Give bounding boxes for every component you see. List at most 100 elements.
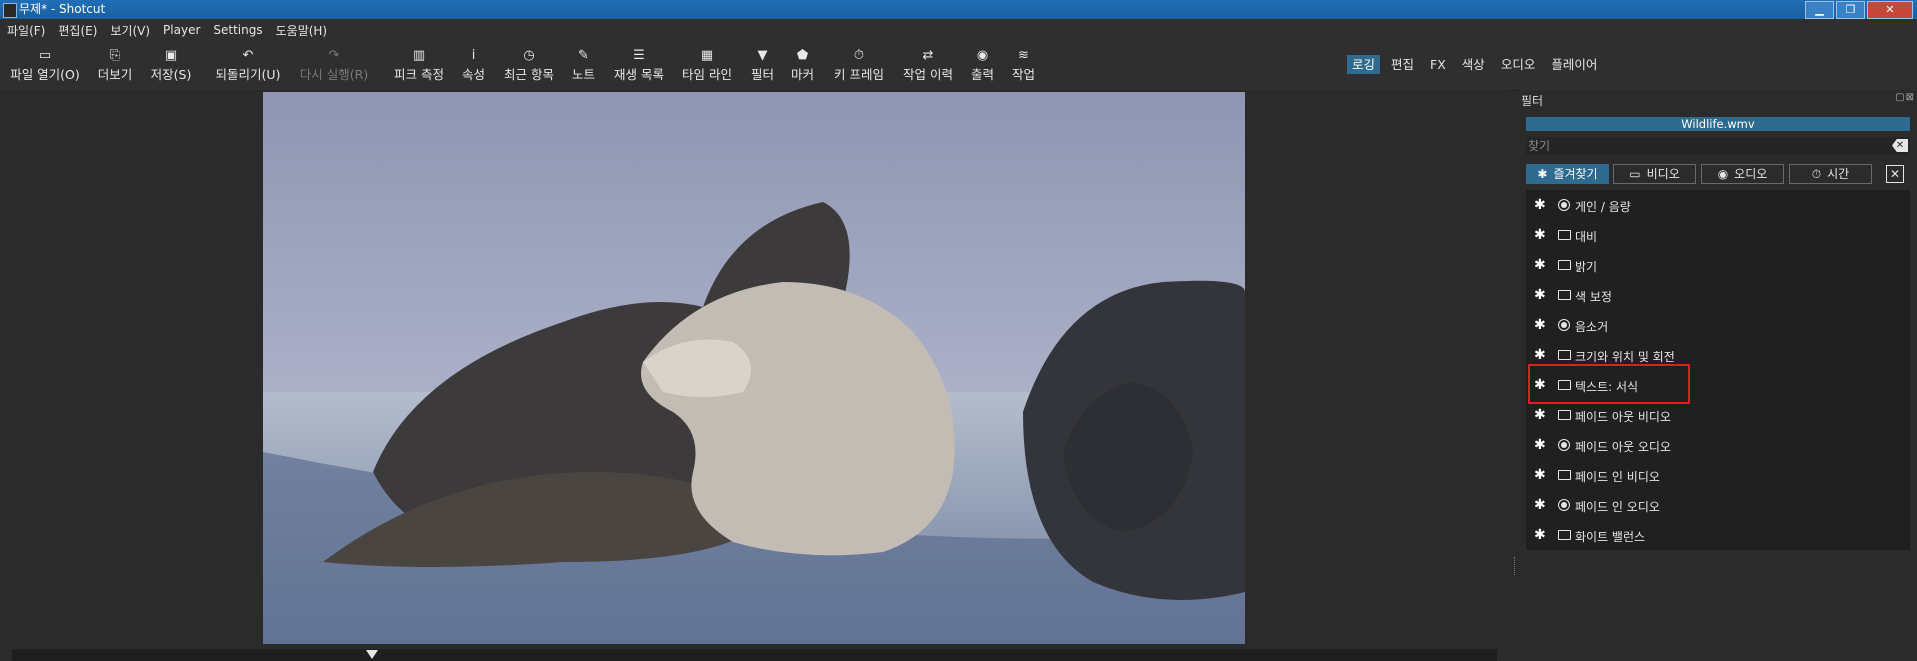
toolbar-button-14[interactable]: ⇄ 작업 이력 <box>901 47 955 87</box>
layout-tab-4[interactable]: 오디오 <box>1496 55 1541 74</box>
filter-name: 색 보정 <box>1575 290 1612 304</box>
category-tab-3[interactable]: ⏱ 시간 <box>1789 164 1872 184</box>
toolbar-button-8[interactable]: ✎ 노트 <box>571 47 596 87</box>
export-icon: ◉ <box>976 48 989 63</box>
favorite-star-icon[interactable]: ✱ <box>1534 258 1546 272</box>
filter-name: 크기와 위치 및 회전 <box>1575 350 1675 364</box>
menu-player[interactable]: Player <box>156 23 206 37</box>
title-bar: 무제* - Shotcut ▁ ❐ ✕ <box>0 0 1917 19</box>
favorite-star-icon[interactable]: ✱ <box>1534 288 1546 302</box>
toolbar-button-11[interactable]: ▼ 필터 <box>750 47 775 87</box>
toolbar-button-16[interactable]: ≋ 작업 <box>1011 47 1036 87</box>
layout-tab-2[interactable]: FX <box>1425 55 1451 74</box>
favorite-star-icon[interactable]: ✱ <box>1534 498 1546 512</box>
audio-icon <box>1558 319 1570 331</box>
menu-bar: 파일(F) 편집(E) 보기(V) Player Settings 도움말(H) <box>0 19 1917 41</box>
window-title: 무제* - Shotcut <box>19 2 106 16</box>
favorite-star-icon[interactable]: ✱ <box>1534 318 1546 332</box>
restore-button[interactable]: ❐ <box>1836 1 1865 19</box>
toolbar-label: 마커 <box>790 67 814 82</box>
favorite-star-icon[interactable]: ✱ <box>1534 198 1546 212</box>
playhead-marker[interactable] <box>366 650 378 659</box>
keyframe-icon: ⏱ <box>853 48 865 63</box>
toolbar-button-9[interactable]: ☰ 재생 목록 <box>612 47 666 87</box>
close-button[interactable]: ✕ <box>1867 1 1913 19</box>
filter-item[interactable]: ✱ 화이트 밸런스 <box>1526 520 1910 550</box>
layout-tab-0[interactable]: 로깅 <box>1347 55 1381 74</box>
save-icon: ▣ <box>164 48 178 63</box>
minimize-button[interactable]: ▁ <box>1805 1 1834 19</box>
panel-float-close-icons[interactable]: ▢⊠ <box>1895 92 1915 103</box>
filter-item[interactable]: ✱ 게인 / 음량 <box>1526 190 1910 220</box>
toolbar-button-7[interactable]: ◷ 최근 항목 <box>502 47 556 87</box>
redo-icon: ↷ <box>328 48 340 63</box>
filter-item[interactable]: ✱ 대비 <box>1526 220 1910 250</box>
toolbar-label: 속성 <box>461 67 485 82</box>
clear-search-icon[interactable]: ✕ <box>1892 139 1908 152</box>
category-label: 비디오 <box>1646 167 1680 181</box>
favorite-star-icon[interactable]: ✱ <box>1534 528 1546 542</box>
toolbar-button-5[interactable]: ▥ 피크 측정 <box>392 47 446 87</box>
filter-category-tabs: ⏱ 시간 ◉ 오디오 ▭ 비디오 ✱ 즐겨찾기 ✕ <box>1526 164 1916 184</box>
close-filter-chooser-button[interactable]: ✕ <box>1886 165 1904 183</box>
filter-item[interactable]: ✱ 밝기 <box>1526 250 1910 280</box>
category-tab-0[interactable]: ✱ 즐겨찾기 <box>1526 164 1609 184</box>
video-icon: ▭ <box>1629 167 1641 181</box>
toolbar-button-13[interactable]: ⏱ 키 프레임 <box>832 47 886 87</box>
info-icon: i <box>471 48 476 63</box>
app-icon <box>3 3 17 18</box>
audio-icon <box>1558 199 1570 211</box>
filter-item[interactable]: ✱ 음소거 <box>1526 310 1910 340</box>
menu-view[interactable]: 보기(V) <box>103 22 156 39</box>
toolbar-label: 필터 <box>750 67 774 82</box>
toolbar-button-15[interactable]: ◉ 출력 <box>970 47 995 87</box>
filter-item[interactable]: ✱ 색 보정 <box>1526 280 1910 310</box>
toolbar-button-12[interactable]: ⬟ 마커 <box>790 47 815 87</box>
toolbar-button-6[interactable]: i 속성 <box>461 47 486 87</box>
menu-file[interactable]: 파일(F) <box>0 22 51 39</box>
filter-name: 게인 / 음량 <box>1575 200 1631 214</box>
toolbar-label: 다시 실행(R) <box>299 67 369 82</box>
filter-name: 페이드 아웃 비디오 <box>1575 410 1671 424</box>
filter-search-input[interactable] <box>1526 137 1890 155</box>
category-tab-2[interactable]: ◉ 오디오 <box>1701 164 1784 184</box>
toolbar-button-0[interactable]: ▭ 파일 열기(O) <box>8 47 82 87</box>
filter-item[interactable]: ✱ 페이드 인 오디오 <box>1526 490 1910 520</box>
filter-item[interactable]: ✱ 페이드 인 비디오 <box>1526 460 1910 490</box>
toolbar-label: 파일 열기(O) <box>10 67 80 82</box>
category-tab-1[interactable]: ▭ 비디오 <box>1613 164 1696 184</box>
toolbar-button-1[interactable]: ⎘ 더보기 <box>94 47 136 87</box>
toolbar-button-10[interactable]: ▦ 타임 라인 <box>680 47 734 87</box>
filter-item[interactable]: ✱ 페이드 아웃 오디오 <box>1526 430 1910 460</box>
favorite-star-icon[interactable]: ✱ <box>1534 228 1546 242</box>
layout-tab-1[interactable]: 편집 <box>1386 55 1419 74</box>
marker-icon: ⬟ <box>796 48 809 63</box>
splitter-handle[interactable] <box>1514 557 1517 575</box>
toolbar-button-2[interactable]: ▣ 저장(S) <box>148 47 194 87</box>
video-icon <box>1558 530 1571 540</box>
toolbar-label: 피크 측정 <box>394 67 444 82</box>
menu-settings[interactable]: Settings <box>206 23 268 37</box>
undo-icon: ↶ <box>242 48 254 63</box>
open-file-icon: ▭ <box>38 48 52 63</box>
player-area <box>0 90 1510 661</box>
layout-tab-5[interactable]: 플레이어 <box>1546 55 1602 74</box>
favorite-star-icon[interactable]: ✱ <box>1534 468 1546 482</box>
video-preview[interactable] <box>263 92 1245 644</box>
time-icon: ⏱ <box>1811 167 1822 181</box>
menu-help[interactable]: 도움말(H) <box>269 22 334 39</box>
scrub-bar[interactable] <box>12 649 1497 661</box>
category-label: 즐겨찾기 <box>1553 167 1598 181</box>
favorite-star-icon[interactable]: ✱ <box>1534 408 1546 422</box>
layout-tab-3[interactable]: 색상 <box>1457 55 1490 74</box>
filter-item[interactable]: ✱ 페이드 아웃 비디오 <box>1526 400 1910 430</box>
toolbar-button-3[interactable]: ↶ 되돌리기(U) <box>214 47 282 87</box>
toolbar-button-4[interactable]: ↷ 다시 실행(R) <box>298 47 370 87</box>
favorite-star-icon[interactable]: ✱ <box>1534 438 1546 452</box>
menu-edit[interactable]: 편집(E) <box>51 22 103 39</box>
audio-icon <box>1558 499 1570 511</box>
filter-name: 페이드 아웃 오디오 <box>1575 440 1671 454</box>
favorite-star-icon[interactable]: ✱ <box>1534 348 1546 362</box>
peak-meter-icon: ▥ <box>412 48 426 63</box>
toolbar-label: 작업 <box>1011 67 1035 82</box>
